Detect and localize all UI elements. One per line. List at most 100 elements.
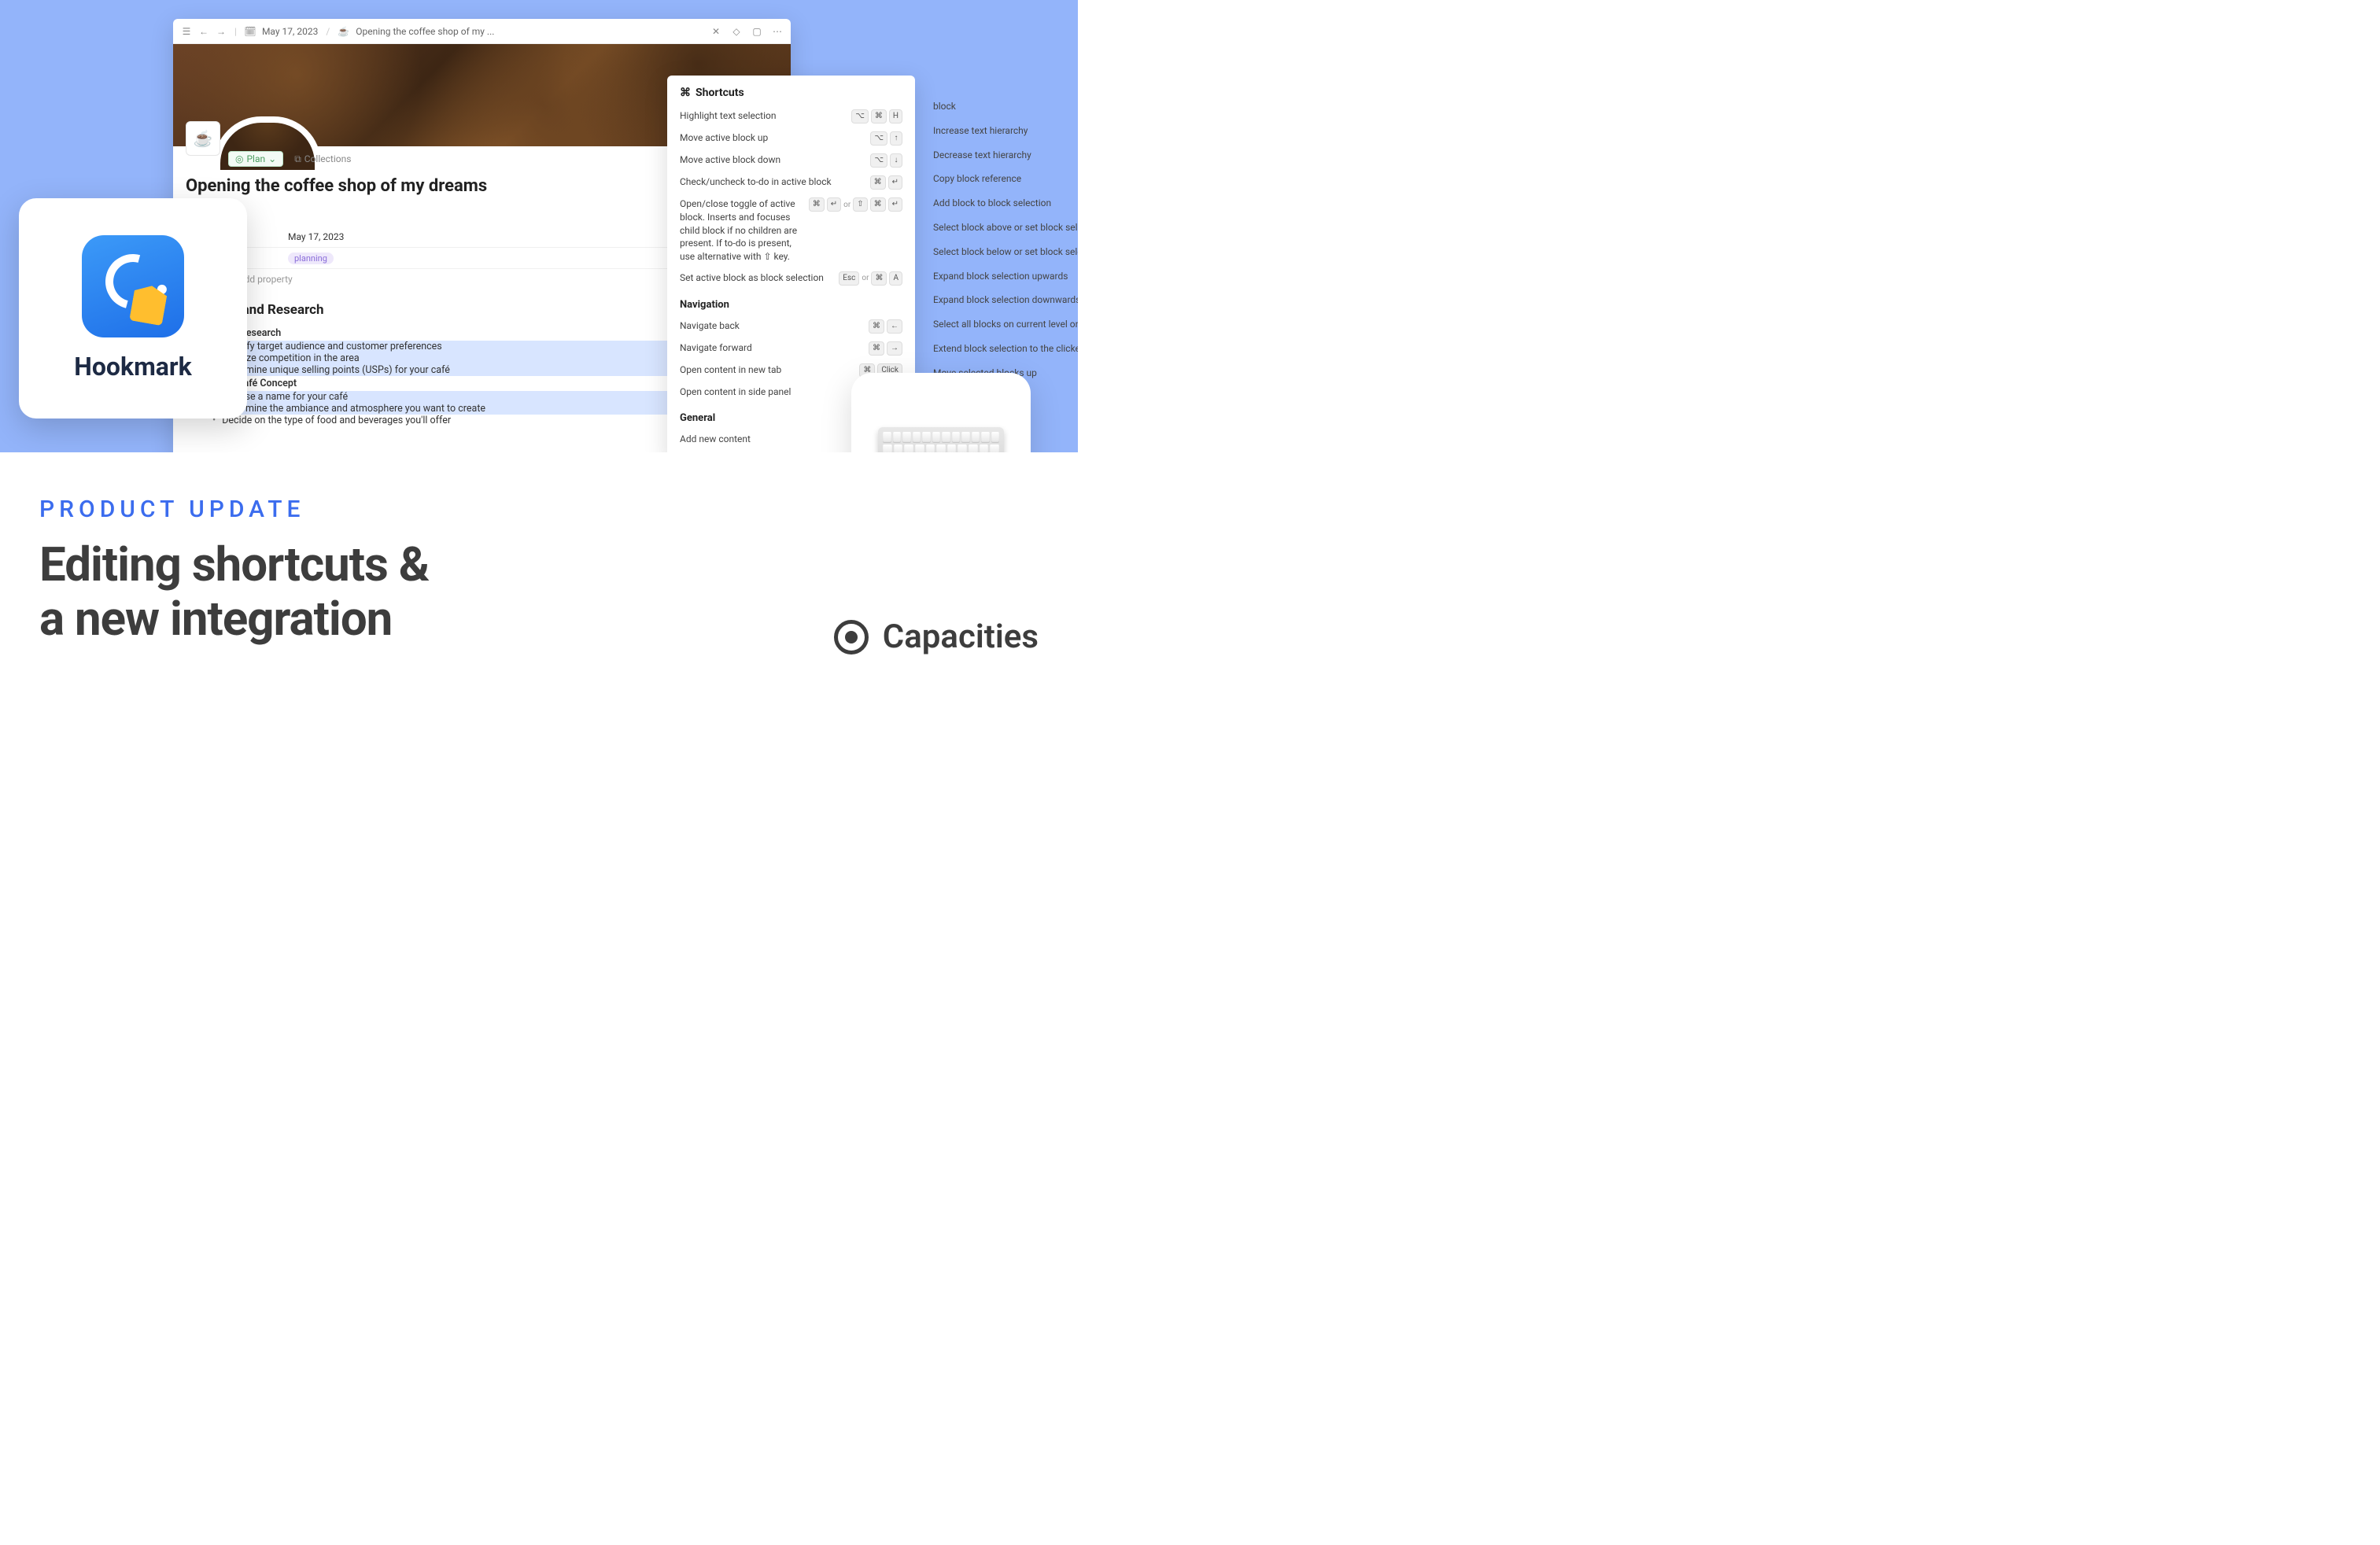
tools-icon[interactable]: ✕ xyxy=(710,26,721,37)
toolbar: ☰ ← → | 🗓 May 17, 2023 / ☕ Opening the c… xyxy=(173,19,791,44)
key: ← xyxy=(887,319,902,334)
pin-icon[interactable]: ◇ xyxy=(731,26,742,37)
list-item-text: Determine the ambiance and atmosphere yo… xyxy=(222,403,485,415)
shortcuts-title: ⌘ Shortcuts xyxy=(680,87,902,99)
shortcut-label: Check/uncheck to-do in active block xyxy=(680,175,862,189)
breadcrumb-title[interactable]: Opening the coffee shop of my ... xyxy=(356,26,494,37)
hookmark-card: Hookmark xyxy=(19,198,247,419)
or-label: or xyxy=(862,274,869,282)
key: A xyxy=(889,271,902,286)
shortcut-row: Set active block as block selection Escor… xyxy=(680,267,902,289)
or-label: or xyxy=(843,201,851,209)
shortcut-keys: ⌘→ xyxy=(869,341,902,356)
key: ⌥ xyxy=(870,131,887,146)
shortcut-row-partial: block xyxy=(933,94,1078,119)
key: Esc xyxy=(839,271,859,286)
key: → xyxy=(887,341,902,356)
brand: Capacities xyxy=(834,618,1039,656)
shortcut-label: Move active block down xyxy=(680,153,862,167)
shortcut-label: Add block to block selection xyxy=(933,197,1078,210)
capacities-logo-icon xyxy=(834,620,869,655)
shortcut-row: Navigate back ⌘← xyxy=(680,315,902,337)
shortcut-keys: ⌥↓ xyxy=(870,153,902,168)
shortcut-row-partial: Extend block selection to the clicked b xyxy=(933,337,1078,361)
shortcut-keys: ⌘← xyxy=(869,319,902,334)
shortcut-label: Navigate back xyxy=(680,319,861,333)
breadcrumb-sep: / xyxy=(326,26,330,37)
hookmark-label: Hookmark xyxy=(74,352,191,382)
keyboard-card xyxy=(851,373,1031,452)
shortcut-row-partial: Increase text hierarchy xyxy=(933,119,1078,143)
shortcuts-icon: ⌘ xyxy=(680,87,691,99)
shortcut-label: Move active block up xyxy=(680,131,862,145)
shortcut-label: Select block above or set block select xyxy=(933,221,1078,234)
shortcut-label: Set active block as block selection xyxy=(680,271,831,285)
hookmark-app-icon xyxy=(82,235,184,337)
shortcut-label: Highlight text selection xyxy=(680,109,843,123)
keyboard-icon xyxy=(878,427,1004,452)
shortcut-label: Select block below or set block select xyxy=(933,245,1078,259)
shortcut-label: Copy block reference xyxy=(933,172,1078,186)
shortcut-row-partial: Expand block selection upwards xyxy=(933,264,1078,289)
plan-label: Plan xyxy=(246,153,265,164)
forward-icon[interactable]: → xyxy=(216,26,227,37)
shortcut-label: Increase text hierarchy xyxy=(933,124,1078,138)
shortcut-row-partial: Expand block selection downwards xyxy=(933,288,1078,312)
shortcut-label: Open/close toggle of active block. Inser… xyxy=(680,197,801,264)
key: ⇧ xyxy=(853,197,867,212)
status-pill: planning xyxy=(288,253,334,264)
hero-background: block Increase text hierarchy Decrease tex… xyxy=(0,0,1078,452)
key: ↑ xyxy=(890,131,902,146)
bottom-region: PRODUCT UPDATE Editing shortcuts & a new… xyxy=(0,452,1078,695)
shortcut-label: Decrease text hierarchy xyxy=(933,149,1078,162)
shortcut-label: Open content in new tab xyxy=(680,363,851,377)
shortcut-row: Open/close toggle of active block. Inser… xyxy=(680,194,902,267)
sidebar-toggle-icon[interactable]: ☰ xyxy=(181,26,192,37)
collections-link[interactable]: ⧉ Collections xyxy=(294,153,351,165)
page-icon[interactable]: ☕ xyxy=(186,121,220,156)
key: ⌘ xyxy=(870,175,886,190)
shortcut-keys: ⌘↵ xyxy=(870,175,902,190)
key: ↵ xyxy=(827,197,841,212)
key: ⌘ xyxy=(809,197,825,212)
shortcut-label: Expand block selection downwards xyxy=(933,293,1078,307)
brand-name: Capacities xyxy=(883,618,1039,656)
more-icon[interactable]: ⋯ xyxy=(772,26,783,37)
breadcrumb-date[interactable]: May 17, 2023 xyxy=(262,26,318,37)
key: ⌘ xyxy=(871,271,887,286)
key: ↵ xyxy=(888,197,902,212)
page-emoji-icon: ☕ xyxy=(338,26,349,37)
target-icon: ◎ xyxy=(235,153,243,164)
key: ⌥ xyxy=(851,109,869,124)
panel-icon[interactable]: ▢ xyxy=(751,26,762,37)
shortcut-row: Navigate forward ⌘→ xyxy=(680,337,902,360)
shortcut-row-partial: Copy block reference xyxy=(933,167,1078,191)
list-item-text: Determine unique selling points (USPs) f… xyxy=(222,364,450,376)
shortcut-keys: ⌥↑ xyxy=(870,131,902,146)
back-icon[interactable]: ← xyxy=(198,26,209,37)
shortcut-row: Move active block down ⌥↓ xyxy=(680,149,902,171)
list-item-text: Decide on the type of food and beverages… xyxy=(222,415,451,426)
shortcut-keys: Escor⌘A xyxy=(839,271,902,286)
shortcut-label: Navigate forward xyxy=(680,341,861,355)
shortcut-row: Check/uncheck to-do in active block ⌘↵ xyxy=(680,171,902,194)
collections-label: Collections xyxy=(304,153,352,164)
shortcut-keys: ⌘↵or⇧⌘↵ xyxy=(809,197,902,212)
shortcut-row-partial: Decrease text hierarchy xyxy=(933,143,1078,168)
stack-icon: ⧉ xyxy=(294,153,301,165)
shortcut-label: Select all blocks on current level or ne… xyxy=(933,318,1078,331)
shortcut-row-partial: Select block below or set block select xyxy=(933,240,1078,264)
list-item-text: Identify target audience and customer pr… xyxy=(222,341,442,352)
product-update-badge: PRODUCT UPDATE xyxy=(39,496,1039,523)
key: ⌘ xyxy=(871,109,887,124)
shortcut-row-partial: Select block above or set block select xyxy=(933,216,1078,240)
shortcut-row-partial: Select all blocks on current level or ne… xyxy=(933,312,1078,337)
shortcut-row-partial: Add block to block selection xyxy=(933,191,1078,216)
chevron-down-icon: ⌄ xyxy=(268,153,276,164)
plan-button[interactable]: ◎ Plan ⌄ xyxy=(228,151,283,167)
key: H xyxy=(889,109,902,124)
separator: | xyxy=(234,26,237,37)
shortcut-row: Move active block up ⌥↑ xyxy=(680,127,902,149)
key: ↓ xyxy=(890,153,902,168)
nav-section-title: Navigation xyxy=(680,299,902,311)
